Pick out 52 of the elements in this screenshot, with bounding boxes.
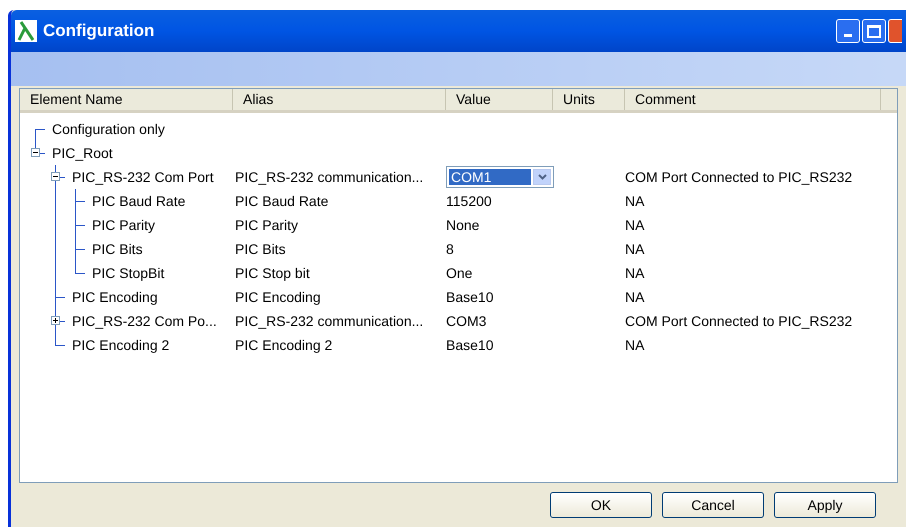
alias-cell: PIC_RS-232 communication... — [235, 168, 424, 184]
expand-icon[interactable] — [51, 316, 60, 325]
comment-cell: NA — [625, 192, 644, 208]
element-name[interactable]: PIC Encoding 2 — [70, 334, 170, 356]
collapse-icon[interactable] — [31, 148, 40, 157]
comment-cell: NA — [625, 264, 644, 280]
value-cell: COM3 — [446, 312, 486, 328]
value-cell: One — [446, 264, 472, 280]
alias-cell: PIC Bits — [235, 240, 286, 256]
alias-cell: PIC Encoding 2 — [235, 336, 332, 352]
value-dropdown[interactable]: COM1 — [446, 166, 554, 188]
column-header[interactable]: Value — [446, 89, 553, 110]
element-name[interactable]: PIC Encoding — [70, 286, 158, 308]
comment-cell: NA — [625, 216, 644, 232]
dialog-button[interactable]: OK — [550, 492, 652, 518]
comment-cell: COM Port Connected to PIC_RS232 — [625, 168, 852, 184]
value-cell: 8 — [446, 240, 454, 256]
column-header[interactable]: Alias — [233, 89, 446, 110]
collapse-icon[interactable] — [51, 172, 60, 181]
comment-cell: COM Port Connected to PIC_RS232 — [625, 312, 852, 328]
column-header[interactable]: Comment — [625, 89, 881, 110]
value-cell: None — [446, 216, 480, 232]
element-name[interactable]: PIC_Root — [50, 142, 113, 164]
value-cell: 115200 — [446, 192, 492, 208]
dialog-button[interactable]: Apply — [774, 492, 876, 518]
alias-cell: PIC Baud Rate — [235, 192, 328, 208]
minimize-button[interactable] — [836, 19, 860, 43]
element-name[interactable]: PIC Baud Rate — [90, 190, 186, 212]
element-name[interactable]: PIC Parity — [90, 214, 156, 236]
window-title: Configuration — [43, 20, 154, 42]
close-button[interactable] — [888, 19, 902, 43]
alias-cell: PIC Parity — [235, 216, 298, 232]
alias-cell: PIC Encoding — [235, 288, 321, 304]
element-name[interactable]: PIC StopBit — [90, 262, 164, 284]
comment-cell: NA — [625, 240, 644, 256]
comment-cell: NA — [625, 336, 644, 352]
column-header[interactable]: Element Name — [20, 89, 233, 110]
element-name[interactable]: PIC_RS-232 Com Po... — [70, 310, 217, 332]
minimize-icon — [844, 34, 852, 37]
column-header[interactable]: Units — [553, 89, 625, 110]
element-name[interactable]: PIC_RS-232 Com Port — [70, 166, 214, 188]
dialog-button[interactable]: Cancel — [662, 492, 764, 518]
value-cell: Base10 — [446, 336, 494, 352]
element-name[interactable]: PIC Bits — [90, 238, 143, 260]
alias-cell: PIC_RS-232 communication... — [235, 312, 424, 328]
maximize-button[interactable] — [862, 19, 886, 43]
alias-cell: PIC Stop bit — [235, 264, 310, 280]
comment-cell: NA — [625, 288, 644, 304]
lambda-logo-icon — [15, 20, 37, 42]
element-name[interactable]: Configuration only — [50, 118, 165, 140]
value-cell: Base10 — [446, 288, 494, 304]
maximize-icon — [867, 24, 881, 38]
